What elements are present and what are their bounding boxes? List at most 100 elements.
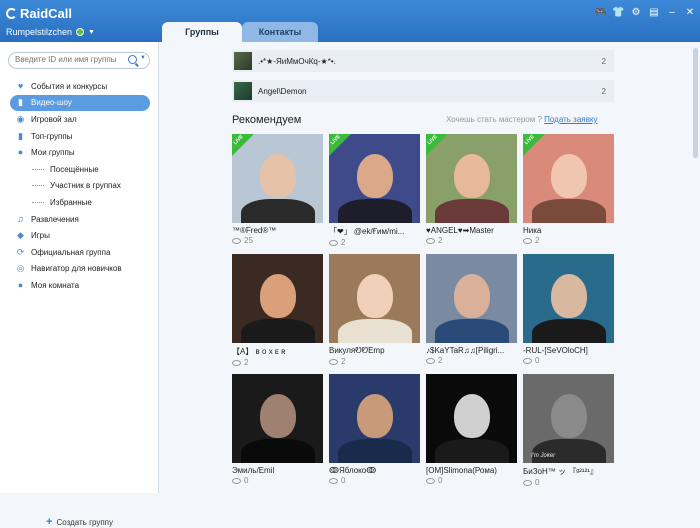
- user-status[interactable]: Rumpelstilzchen ▼: [6, 27, 95, 37]
- sidebar-item[interactable]: ♫ Развлечения: [10, 211, 150, 228]
- refresh-icon: ⟳: [16, 246, 25, 257]
- channel-name[interactable]: ♥ANGEL♥➡Master: [426, 226, 517, 235]
- sidebar-item[interactable]: ● Моя комната: [10, 277, 150, 294]
- gamepad-icon[interactable]: 🎮: [594, 7, 606, 18]
- view-count: 2: [438, 356, 443, 365]
- group-count: 2: [601, 86, 606, 96]
- group-search[interactable]: ▼: [8, 52, 150, 69]
- channel-photo[interactable]: [329, 254, 420, 343]
- channel-card[interactable]: -RUL-[SeVOloCH] 0: [523, 254, 614, 365]
- app-title: RaidCall: [20, 6, 73, 21]
- sidebar-item-label: Официальная группа: [31, 247, 111, 257]
- channel-card[interactable]: 【A】 ʙ ᴏ x ᴇ ʀ2: [232, 254, 323, 367]
- channel-name[interactable]: 【A】 ʙ ᴏ x ᴇ ʀ: [232, 346, 323, 357]
- tab-groups[interactable]: Группы: [162, 22, 242, 42]
- sidebar-item[interactable]: ▮ Топ-группы: [10, 128, 150, 145]
- view-count: 0: [535, 478, 540, 487]
- channel-name[interactable]: [OM]Slimona(Рома): [426, 466, 517, 475]
- channel-name[interactable]: -RUL-[SeVOloCH]: [523, 346, 614, 355]
- channel-name[interactable]: ВикуляᏬᏬEmp: [329, 346, 420, 356]
- group-avatar: [234, 52, 252, 70]
- raidcall-logo-icon: [6, 8, 17, 19]
- sidebar-item[interactable]: ◆ Игры: [10, 227, 150, 244]
- close-icon[interactable]: ✕: [684, 7, 696, 18]
- group-name: Angel\Demon: [258, 86, 307, 96]
- sidebar-item-label: Игры: [31, 231, 50, 241]
- music-icon: ♫: [17, 213, 24, 224]
- channel-photo[interactable]: [329, 374, 420, 463]
- plus-icon: +: [46, 516, 53, 528]
- channel-name[interactable]: ↂЯблокоↂ: [329, 466, 420, 475]
- channel-card[interactable]: LIVE ♥ANGEL♥➡Master 2: [426, 134, 517, 245]
- title-bar: RaidCall Rumpelstilzchen ▼ Группы Контак…: [0, 0, 700, 42]
- channel-card[interactable]: LIVE ™®Fred®™ 25: [232, 134, 323, 245]
- channel-name[interactable]: Ника: [523, 226, 614, 235]
- eye-icon: [329, 239, 338, 246]
- channel-photo[interactable]: [232, 254, 323, 343]
- channel-photo[interactable]: I'm Joker: [523, 374, 614, 463]
- channel-photo[interactable]: LIVE: [523, 134, 614, 223]
- sidebar-item[interactable]: Избранные: [10, 194, 150, 211]
- sidebar-item[interactable]: ◉ Игровой зал: [10, 111, 150, 128]
- tree-line: [32, 168, 44, 170]
- group-row[interactable]: Angel\Demon 2: [232, 80, 614, 102]
- view-count: 2: [244, 358, 249, 367]
- channel-views: 2: [232, 358, 323, 367]
- channel-name[interactable]: ♪$KaYTaR♫♫[Piligri...: [426, 346, 517, 355]
- channel-name[interactable]: 「❤」 @ek/Ғим/mi...: [329, 226, 420, 237]
- channel-card[interactable]: ↂЯблокоↂ 0: [329, 374, 420, 485]
- channel-photo[interactable]: LIVE: [232, 134, 323, 223]
- person-face: [453, 394, 490, 438]
- search-input[interactable]: [15, 55, 127, 64]
- sidebar-item[interactable]: Посещённые: [10, 161, 150, 178]
- sidebar-item[interactable]: ◎ Навигатор для новичков: [10, 261, 150, 278]
- create-group-button[interactable]: + Создать группу: [46, 516, 113, 528]
- sidebar-item[interactable]: ▮ Видео-шоу: [10, 94, 150, 112]
- channel-name[interactable]: БиЗоН™ ッ 『ᵍ²¹²¹』: [523, 466, 614, 477]
- channel-card[interactable]: LIVE Ника 2: [523, 134, 614, 245]
- tab-contacts[interactable]: Контакты: [242, 22, 318, 42]
- shirt-icon[interactable]: 👕: [612, 7, 624, 18]
- apply-link[interactable]: Подать заявку: [544, 115, 597, 124]
- person-face: [550, 394, 587, 438]
- channel-card[interactable]: ♪$KaYTaR♫♫[Piligri... 2: [426, 254, 517, 365]
- channel-photo[interactable]: LIVE: [426, 134, 517, 223]
- channel-card[interactable]: ВикуляᏬᏬEmp 2: [329, 254, 420, 366]
- eye-icon: [232, 237, 241, 244]
- note-icon[interactable]: ▤: [648, 7, 660, 18]
- eye-icon: [426, 237, 435, 244]
- online-status-icon[interactable]: [76, 28, 85, 36]
- channel-card[interactable]: Эмиль/Emil 0: [232, 374, 323, 485]
- person-face: [356, 394, 393, 438]
- settings-icon[interactable]: ⚙: [630, 7, 642, 18]
- view-count: 0: [535, 356, 540, 365]
- sidebar-item[interactable]: ⟳ Официальная группа: [10, 244, 150, 261]
- channel-photo[interactable]: [523, 254, 614, 343]
- sidebar-item[interactable]: ● Мои группы: [10, 144, 150, 161]
- channel-photo[interactable]: [232, 374, 323, 463]
- channel-name[interactable]: ™®Fred®™: [232, 226, 323, 235]
- channel-views: 2: [426, 356, 517, 365]
- channel-card[interactable]: I'm Joker БиЗоН™ ッ 『ᵍ²¹²¹』 0: [523, 374, 614, 487]
- chevron-down-icon[interactable]: ▼: [88, 29, 95, 36]
- channel-photo[interactable]: [426, 374, 517, 463]
- search-icon[interactable]: [128, 55, 137, 64]
- chevron-down-icon[interactable]: ▼: [140, 55, 146, 61]
- group-row[interactable]: .•*★-ЯиМмОчКq-★*•. 2: [232, 50, 614, 72]
- minimize-icon[interactable]: –: [666, 7, 678, 18]
- person-face: [259, 154, 296, 198]
- channel-photo[interactable]: LIVE: [329, 134, 420, 223]
- channel-card[interactable]: [OM]Slimona(Рома) 0: [426, 374, 517, 485]
- user-icon: ●: [17, 147, 24, 158]
- sidebar-item[interactable]: ♥ События и конкурсы: [10, 78, 150, 95]
- sidebar-item-label: Развлечения: [31, 214, 79, 224]
- sidebar-item-label: События и конкурсы: [31, 81, 108, 91]
- sidebar-item[interactable]: Участник в группах: [10, 178, 150, 195]
- person-face: [356, 274, 393, 318]
- channel-views: 0: [523, 356, 614, 365]
- channel-name[interactable]: Эмиль/Emil: [232, 466, 323, 475]
- channel-card[interactable]: LIVE 「❤」 @ek/Ғим/mi... 2: [329, 134, 420, 247]
- channel-photo[interactable]: [426, 254, 517, 343]
- scrollbar-thumb[interactable]: [693, 48, 698, 158]
- person-body: [434, 199, 509, 223]
